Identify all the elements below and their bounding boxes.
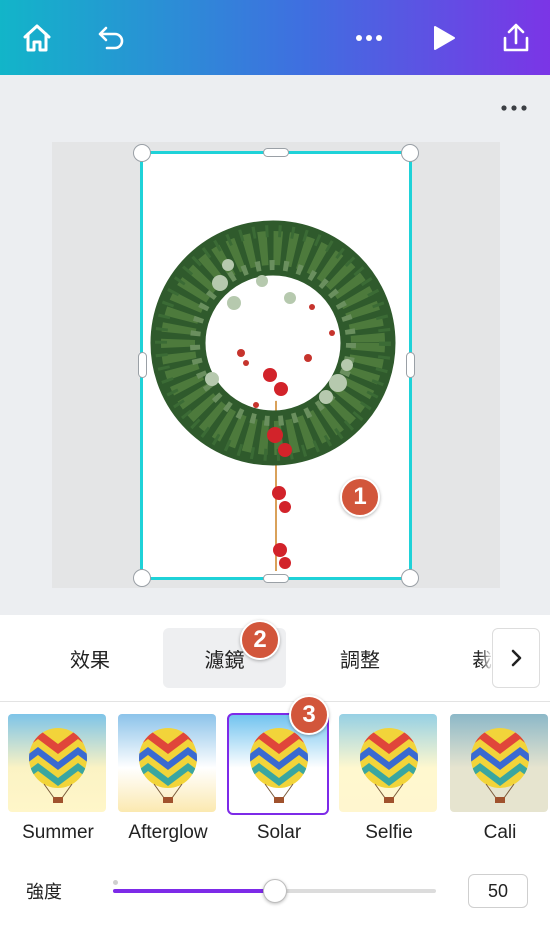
filter-label: Selfie: [365, 822, 413, 843]
intensity-slider-thumb[interactable]: [262, 879, 287, 903]
resize-handle-top-right[interactable]: [401, 144, 419, 162]
home-icon: [23, 24, 51, 52]
filter-thumbnail: [450, 714, 548, 812]
hot-air-balloon-image: [8, 714, 106, 812]
resize-handle-top[interactable]: [263, 148, 289, 157]
intensity-slider-fill: [113, 889, 275, 893]
hot-air-balloon-image: [118, 714, 216, 812]
filter-thumbnail: [118, 714, 216, 812]
filter-label: Summer: [22, 822, 94, 843]
play-icon: [434, 26, 455, 50]
resize-handle-left[interactable]: [138, 352, 147, 378]
slider-min-marker: [113, 880, 118, 885]
more-icon: [356, 35, 382, 41]
resize-handle-bottom-right[interactable]: [401, 569, 419, 587]
resize-handle-bottom[interactable]: [263, 574, 289, 583]
home-button[interactable]: [15, 16, 59, 60]
top-toolbar: [0, 0, 550, 75]
resize-handle-right[interactable]: [406, 352, 415, 378]
hot-air-balloon-image: [339, 714, 437, 812]
chevron-right-icon: [511, 649, 522, 667]
tab-adjust[interactable]: 調整: [290, 628, 430, 688]
more-options-button[interactable]: [347, 16, 391, 60]
filter-label: Afterglow: [128, 822, 208, 843]
undo-button[interactable]: [89, 16, 133, 60]
tab-effects[interactable]: 效果: [20, 628, 160, 688]
filter-thumbnail: [8, 714, 106, 812]
filter-thumbnail: [339, 714, 437, 812]
filter-summer[interactable]: Summer: [8, 714, 108, 843]
step-badge-2: 2: [240, 620, 280, 660]
step-badge-1: 1: [340, 477, 380, 517]
intensity-label: 強度: [26, 882, 62, 903]
filter-cali[interactable]: Cali: [450, 714, 550, 843]
filter-selfie[interactable]: Selfie: [339, 714, 439, 843]
intensity-value-input[interactable]: [468, 874, 528, 908]
hot-air-balloon-image: [450, 714, 548, 812]
page-more-button[interactable]: [498, 94, 530, 122]
more-icon: [501, 105, 527, 111]
tabs-next-button[interactable]: [492, 628, 540, 688]
step-badge-3: 3: [289, 695, 329, 735]
resize-handle-bottom-left[interactable]: [133, 569, 151, 587]
share-button[interactable]: [494, 16, 538, 60]
filter-label: Cali: [483, 822, 517, 843]
filter-label: Solar: [256, 822, 302, 843]
share-icon: [503, 23, 529, 52]
resize-handle-top-left[interactable]: [133, 144, 151, 162]
undo-icon: [98, 26, 124, 50]
filter-afterglow[interactable]: Afterglow: [118, 714, 218, 843]
play-button[interactable]: [421, 16, 465, 60]
